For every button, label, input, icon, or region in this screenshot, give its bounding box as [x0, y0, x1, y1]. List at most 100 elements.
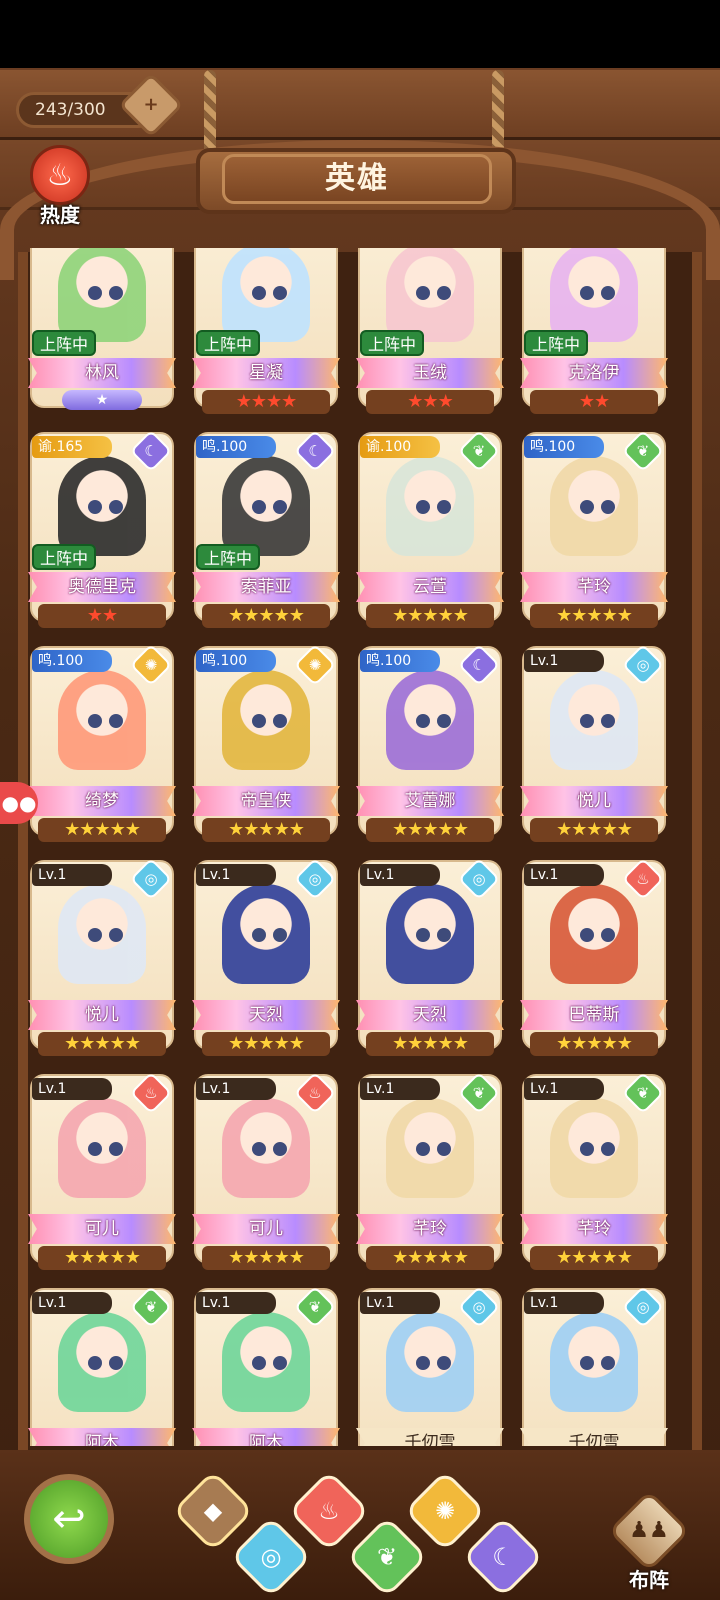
hero-portrait	[222, 884, 310, 984]
hero-star-rating: ★★★★★	[366, 604, 494, 628]
star-icon: ★	[571, 605, 587, 626]
star-icon: ★	[392, 605, 408, 626]
hero-card[interactable]: 鸣.100 ❦ 芊玲 ★★★★★	[520, 429, 668, 630]
hero-portrait	[386, 1312, 474, 1412]
hero-name: 千仞雪	[356, 1428, 504, 1446]
hero-card[interactable]: Lv.1 ◎ 天烈 ★★★★★	[356, 857, 504, 1058]
hero-card[interactable]: 上阵中 玉绒 ★★★	[356, 248, 504, 416]
hero-level-badge: 谕.100	[360, 436, 440, 458]
star-icon: ★	[437, 1247, 454, 1268]
hero-card[interactable]: Lv.1 ❦ 芊玲 ★★★★★	[356, 1071, 504, 1272]
hero-card[interactable]: Lv.1 ❦ 芊玲 ★★★★★	[520, 1071, 668, 1272]
star-icon: ★	[601, 819, 618, 840]
hero-portrait	[58, 884, 146, 984]
hero-card[interactable]: Lv.1 ◎ 悦儿 ★★★★★	[520, 643, 668, 844]
hero-level-badge: 谕.165	[32, 436, 112, 458]
star-icon: ★	[124, 819, 141, 840]
hero-card[interactable]: Lv.1◎千仞雪★★★★★	[356, 1285, 504, 1446]
star-icon: ★	[586, 605, 602, 626]
hero-card[interactable]: 鸣.100 ☾ 艾蕾娜 ★★★★★	[356, 643, 504, 844]
hero-eye	[273, 1142, 288, 1156]
hero-card[interactable]: 谕.165 ☾ 上阵中 奥德里克 ★★	[28, 429, 176, 630]
hero-card[interactable]: Lv.1 ♨ 可儿 ★★★★★	[192, 1071, 340, 1272]
hero-eye	[251, 1142, 266, 1156]
star-icon: ★	[266, 391, 282, 412]
hero-eye	[109, 286, 124, 300]
star-icon: ★	[407, 819, 423, 840]
deployed-tag: 上阵中	[32, 330, 97, 356]
star-icon: ★	[79, 819, 95, 840]
hero-eye	[601, 1142, 616, 1156]
hero-name: 可儿	[28, 1214, 176, 1244]
star-icon: ★	[452, 1247, 469, 1268]
star-icon: ★	[586, 1033, 602, 1054]
star-icon: ★	[124, 1247, 141, 1268]
hero-portrait	[550, 670, 638, 770]
hero-eye	[87, 286, 102, 300]
star-icon: ★	[228, 1247, 244, 1268]
hero-portrait	[222, 670, 310, 770]
hero-card[interactable]: Lv.1 ♨ 可儿 ★★★★★	[28, 1071, 176, 1272]
back-button[interactable]: ↩	[24, 1474, 114, 1564]
hero-star-rating: ★★★	[366, 390, 494, 414]
star-icon: ★	[124, 1033, 141, 1054]
hero-star-rating: ★★★★★	[530, 604, 658, 628]
hero-name: 天烈	[356, 1000, 504, 1030]
hero-card[interactable]: 鸣.100 ☾ 上阵中 索菲亚 ★★★★★	[192, 429, 340, 630]
hot-button[interactable]: ♨ 热度	[28, 145, 92, 227]
star-icon: ★	[571, 1033, 587, 1054]
hero-eye	[579, 714, 594, 728]
hero-star-rating: ★★★★★	[202, 1032, 330, 1056]
hero-star-rating: ★★★★	[202, 390, 330, 414]
hero-eye	[109, 1356, 124, 1370]
hero-name: 奥德里克	[28, 572, 176, 602]
hero-card[interactable]: Lv.1❦阿木★★★★★	[28, 1285, 176, 1446]
star-icon: ★	[578, 391, 595, 412]
hero-eye	[273, 928, 288, 942]
star-icon: ★	[601, 1033, 618, 1054]
hero-card[interactable]: Lv.1 ◎ 天烈 ★★★★★	[192, 857, 340, 1058]
star-icon: ★	[94, 1033, 110, 1054]
star-icon: ★	[288, 819, 305, 840]
hero-card[interactable]: 上阵中 克洛伊 ★★	[520, 248, 668, 416]
hero-card[interactable]: 上阵中 星凝 ★★★★	[192, 248, 340, 416]
hero-level-badge: Lv.1	[524, 1078, 604, 1100]
back-arrow-icon: ↩	[52, 1496, 86, 1542]
hero-card[interactable]: 谕.100 ❦ 云萱 ★★★★★	[356, 429, 504, 630]
hero-portrait	[550, 1312, 638, 1412]
hero-grid[interactable]: 上阵中 林风 ★ 上阵中 星凝 ★★★★ 上阵中 玉绒 ★★★ 上阵中 克洛伊 ★★ 谕.165 ☾ 上阵中…	[28, 248, 692, 1446]
star-icon: ★	[616, 1247, 633, 1268]
hero-card[interactable]: Lv.1❦阿木★★★★★	[192, 1285, 340, 1446]
star-icon: ★	[228, 819, 244, 840]
star-icon: ★	[422, 819, 438, 840]
formation-button[interactable]: ♟♟ 布阵	[607, 1489, 691, 1592]
hero-star-rating: ★★★★★	[38, 818, 166, 842]
hero-name: 芊玲	[520, 572, 668, 602]
hero-level-badge: 鸣.100	[196, 436, 276, 458]
star-icon: ★	[422, 605, 438, 626]
hero-name: 千仞雪	[520, 1428, 668, 1446]
hero-star-rating: ★★★★★	[530, 818, 658, 842]
hero-portrait	[386, 248, 474, 342]
hero-card[interactable]: Lv.1 ♨ 巴蒂斯 ★★★★★	[520, 857, 668, 1058]
deployed-tag: 上阵中	[196, 330, 261, 356]
hero-name: 芊玲	[356, 1214, 504, 1244]
star-icon: ★	[109, 1033, 126, 1054]
hero-card[interactable]: Lv.1 ◎ 悦儿 ★★★★★	[28, 857, 176, 1058]
hero-card[interactable]: 上阵中 林风 ★	[28, 248, 176, 416]
hero-eye	[251, 500, 266, 514]
star-icon: ★	[437, 605, 454, 626]
hero-level-badge: Lv.1	[360, 864, 440, 886]
hero-card[interactable]: 鸣.100 ✺ 绮梦 ★★★★★	[28, 643, 176, 844]
star-icon: ★	[601, 1247, 618, 1268]
hero-star-rating: ★★★★★	[530, 1246, 658, 1270]
hero-portrait	[386, 884, 474, 984]
hero-portrait	[222, 248, 310, 342]
hero-star-rating: ★★★★★	[530, 1032, 658, 1056]
hero-portrait	[58, 1312, 146, 1412]
hero-card[interactable]: 鸣.100 ✺ 帝皇侠 ★★★★★	[192, 643, 340, 844]
hero-card[interactable]: Lv.1◎千仞雪★★★★★	[520, 1285, 668, 1446]
hero-eye	[87, 1142, 102, 1156]
hero-capacity-text: 243/300	[35, 100, 106, 120]
hero-level-badge: Lv.1	[196, 1078, 276, 1100]
